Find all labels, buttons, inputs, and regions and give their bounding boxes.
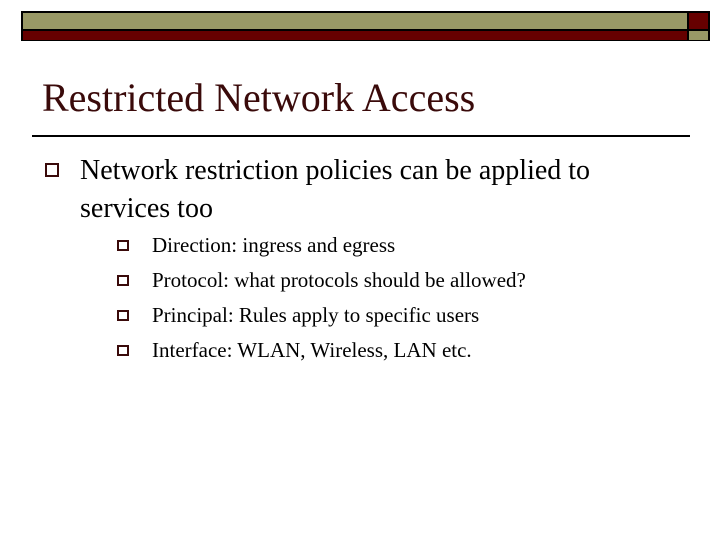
- hollow-square-bullet-icon: [117, 345, 129, 356]
- header-olive-band: [23, 13, 687, 29]
- title-divider: [32, 135, 690, 137]
- bullet-text: Network restriction policies can be appl…: [80, 155, 591, 224]
- sub-bullet-text: Protocol: what protocols should be allow…: [152, 268, 526, 292]
- hollow-square-bullet-icon: [45, 163, 59, 177]
- header-decoration-bar: [21, 11, 710, 41]
- sub-bullet-text: Interface: WLAN, Wireless, LAN etc.: [152, 338, 472, 362]
- hollow-square-bullet-icon: [117, 240, 129, 251]
- header-maroon-band: [23, 31, 687, 40]
- sub-bullet-text: Direction: ingress and egress: [152, 233, 396, 257]
- hollow-square-bullet-icon: [117, 275, 129, 286]
- header-maroon-square: [689, 13, 708, 29]
- hollow-square-bullet-icon: [117, 310, 129, 321]
- sub-bullet-text: Principal: Rules apply to specific users: [152, 303, 480, 327]
- slide-title: Restricted Network Access: [42, 75, 476, 120]
- header-olive-square: [689, 31, 708, 40]
